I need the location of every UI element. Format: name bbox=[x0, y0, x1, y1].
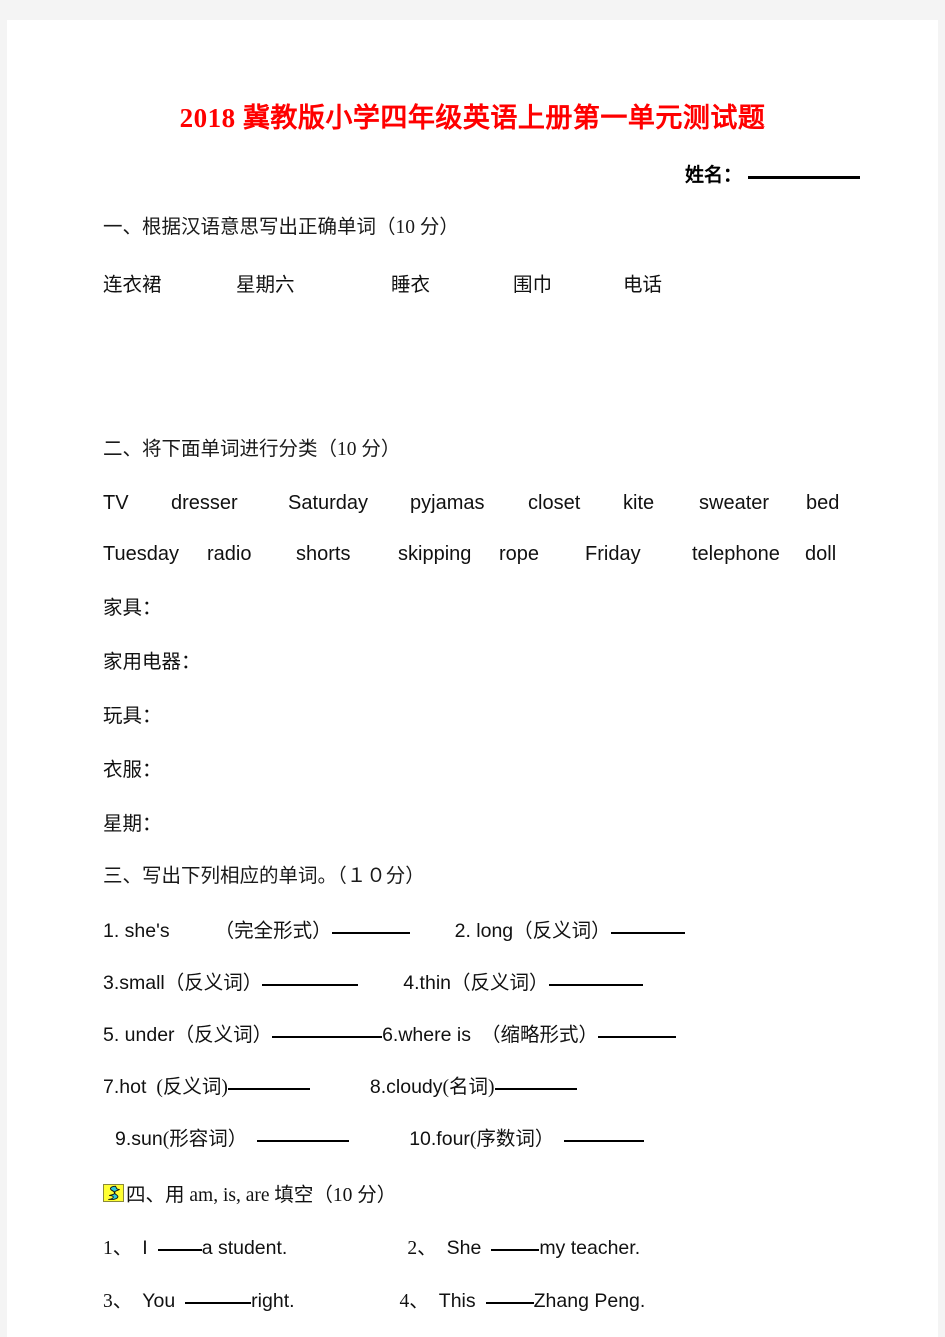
fill-1-num: 1、 bbox=[103, 1238, 133, 1260]
fill-2-before: She bbox=[446, 1237, 482, 1260]
section-1-word: 电话 bbox=[623, 274, 663, 296]
question-9-hint: (形容词） bbox=[162, 1129, 248, 1151]
question-7-blank[interactable] bbox=[227, 1088, 310, 1091]
question-2-blank[interactable] bbox=[610, 932, 685, 935]
wordbank-item: pyjamas bbox=[410, 492, 485, 515]
question-8-blank[interactable] bbox=[494, 1088, 577, 1091]
question-10-prompt: 10.four bbox=[409, 1128, 470, 1151]
question-7-prompt: 7.hot bbox=[103, 1076, 147, 1099]
wordbank-item: sweater bbox=[699, 492, 770, 515]
section-2-wordbank-row-2: Tuesday radio shorts skipping rope Frida… bbox=[103, 543, 878, 566]
section-1-word: 星期六 bbox=[236, 274, 295, 296]
question-7-hint: (反义词) bbox=[156, 1077, 228, 1099]
wordbank-item: telephone bbox=[692, 543, 780, 566]
name-input-blank[interactable] bbox=[748, 175, 860, 179]
question-3-prompt: 3.small bbox=[103, 972, 165, 995]
section-4-heading-row: 四、用 am, is, are 填空（10 分） bbox=[103, 1178, 878, 1207]
fill-3-num: 3、 bbox=[103, 1291, 133, 1313]
section-3-line-1: 1. she's （完全形式） 2. long（反义词） bbox=[103, 914, 878, 943]
section-1-answer-space[interactable] bbox=[103, 297, 878, 409]
page-content: 2018 冀教版小学四年级英语上册第一单元测试题 姓名： 一、根据汉语意思写出正… bbox=[7, 20, 938, 1337]
wordbank-item: Friday bbox=[585, 543, 641, 566]
wordbank-item: dresser bbox=[171, 492, 238, 515]
question-9-blank[interactable] bbox=[257, 1140, 350, 1143]
question-4-blank[interactable] bbox=[548, 984, 643, 987]
fill-3-blank[interactable] bbox=[185, 1302, 252, 1305]
wordbank-item: closet bbox=[528, 492, 581, 515]
category-label-weekdays[interactable]: 星期： bbox=[103, 807, 878, 836]
fill-4-after: Zhang Peng. bbox=[533, 1290, 646, 1313]
question-5-hint: （反义词） bbox=[174, 1025, 273, 1047]
wordbank-item: kite bbox=[623, 492, 655, 515]
section-3-line-4: 7.hot (反义词) 8.cloudy(名词) bbox=[103, 1070, 878, 1099]
section-3-line-2: 3.small（反义词） 4.thin（反义词） bbox=[103, 966, 878, 995]
category-label-furniture[interactable]: 家具： bbox=[103, 591, 878, 620]
question-5-prompt: 5. under bbox=[103, 1024, 175, 1047]
wordbank-item: skipping bbox=[398, 543, 472, 566]
section-4-heading: 四、用 am, is, are 填空（10 分） bbox=[126, 1185, 397, 1207]
section-3-line-3: 5. under（反义词） 6.where is （缩略形式） bbox=[103, 1018, 878, 1047]
wordbank-item: Saturday bbox=[288, 492, 369, 515]
wordbank-item: rope bbox=[499, 543, 540, 566]
question-2-hint: （反义词） bbox=[513, 921, 611, 943]
document-page: 2018 冀教版小学四年级英语上册第一单元测试题 姓名： 一、根据汉语意思写出正… bbox=[7, 20, 938, 1337]
category-label-appliances[interactable]: 家用电器： bbox=[103, 645, 878, 674]
question-4-hint: （反义词） bbox=[451, 973, 549, 995]
page-title: 2018 冀教版小学四年级英语上册第一单元测试题 bbox=[7, 20, 938, 134]
fill-4-before: This bbox=[438, 1290, 476, 1313]
yellow-swirl-bullet-icon bbox=[103, 1183, 124, 1202]
wordbank-item: Tuesday bbox=[103, 543, 179, 566]
fill-4-num: 4、 bbox=[399, 1291, 429, 1313]
question-3-hint: （反义词） bbox=[164, 973, 263, 995]
wordbank-item: shorts bbox=[296, 543, 351, 566]
question-10-blank[interactable] bbox=[564, 1140, 645, 1143]
question-4-prompt: 4.thin bbox=[403, 972, 451, 995]
section-1-heading: 一、根据汉语意思写出正确单词（10 分） bbox=[103, 216, 459, 238]
page-title-rest: 冀教版小学四年级英语上册第一单元测试题 bbox=[235, 103, 766, 133]
section-1-word: 围巾 bbox=[513, 274, 553, 296]
fill-1-after: a student. bbox=[201, 1237, 288, 1260]
question-1-hint: （完全形式） bbox=[214, 921, 332, 943]
page-title-year: 2018 bbox=[179, 103, 236, 133]
question-6-blank[interactable] bbox=[597, 1036, 676, 1039]
fill-4-blank[interactable] bbox=[485, 1302, 534, 1305]
category-label-clothes[interactable]: 衣服： bbox=[103, 753, 878, 782]
wordbank-item: radio bbox=[207, 543, 252, 566]
category-label-toys[interactable]: 玩具： bbox=[103, 699, 878, 728]
section-4-line-2: 3、 You right. 4、 This Zhang Peng. bbox=[103, 1284, 878, 1313]
section-4-line-1: 1、 Ia student. 2、 She my teacher. bbox=[103, 1231, 878, 1260]
section-1-word: 睡衣 bbox=[391, 274, 431, 296]
question-10-hint: (序数词） bbox=[469, 1129, 555, 1151]
question-1-blank[interactable] bbox=[331, 932, 410, 935]
fill-2-blank[interactable] bbox=[491, 1249, 540, 1252]
name-field-row: 姓名： bbox=[7, 160, 938, 187]
fill-2-num: 2、 bbox=[407, 1238, 437, 1260]
question-9-prompt: 9.sun bbox=[115, 1128, 163, 1151]
question-3-blank[interactable] bbox=[262, 984, 359, 987]
wordbank-item: TV bbox=[103, 492, 129, 515]
wordbank-item: bed bbox=[806, 492, 840, 515]
fill-1-before: I bbox=[142, 1237, 148, 1260]
fill-1-blank[interactable] bbox=[157, 1249, 202, 1252]
wordbank-item: doll bbox=[805, 543, 837, 566]
fill-3-before: You bbox=[142, 1290, 176, 1313]
name-label: 姓名： bbox=[684, 164, 742, 186]
section-2-wordbank-row-1: TV dresser Saturday pyjamas closet kite … bbox=[103, 492, 878, 515]
section-3-heading: 三、写出下列相应的单词。（１０分） bbox=[103, 866, 425, 888]
question-8-prompt: 8.cloudy bbox=[369, 1076, 443, 1099]
question-5-blank[interactable] bbox=[272, 1036, 383, 1039]
question-6-hint: （缩略形式） bbox=[480, 1025, 598, 1047]
exercise-body: 一、根据汉语意思写出正确单词（10 分） 连衣裙 星期六 睡衣 围巾 电话 二、… bbox=[7, 213, 938, 1314]
fill-2-after: my teacher. bbox=[539, 1237, 641, 1260]
question-6-prompt: 6.where is bbox=[382, 1024, 471, 1047]
question-8-hint: (名词) bbox=[442, 1077, 495, 1099]
question-1-prompt: 1. she's bbox=[103, 920, 170, 943]
section-1-word-row: 连衣裙 星期六 睡衣 围巾 电话 bbox=[103, 268, 878, 297]
question-2-prompt: 2. long bbox=[454, 920, 514, 943]
section-2-heading: 二、将下面单词进行分类（10 分） bbox=[103, 438, 401, 460]
section-3-line-5: 9.sun(形容词） 10.four(序数词） bbox=[103, 1122, 878, 1151]
fill-3-after: right. bbox=[251, 1290, 295, 1313]
section-1-word: 连衣裙 bbox=[103, 274, 162, 296]
